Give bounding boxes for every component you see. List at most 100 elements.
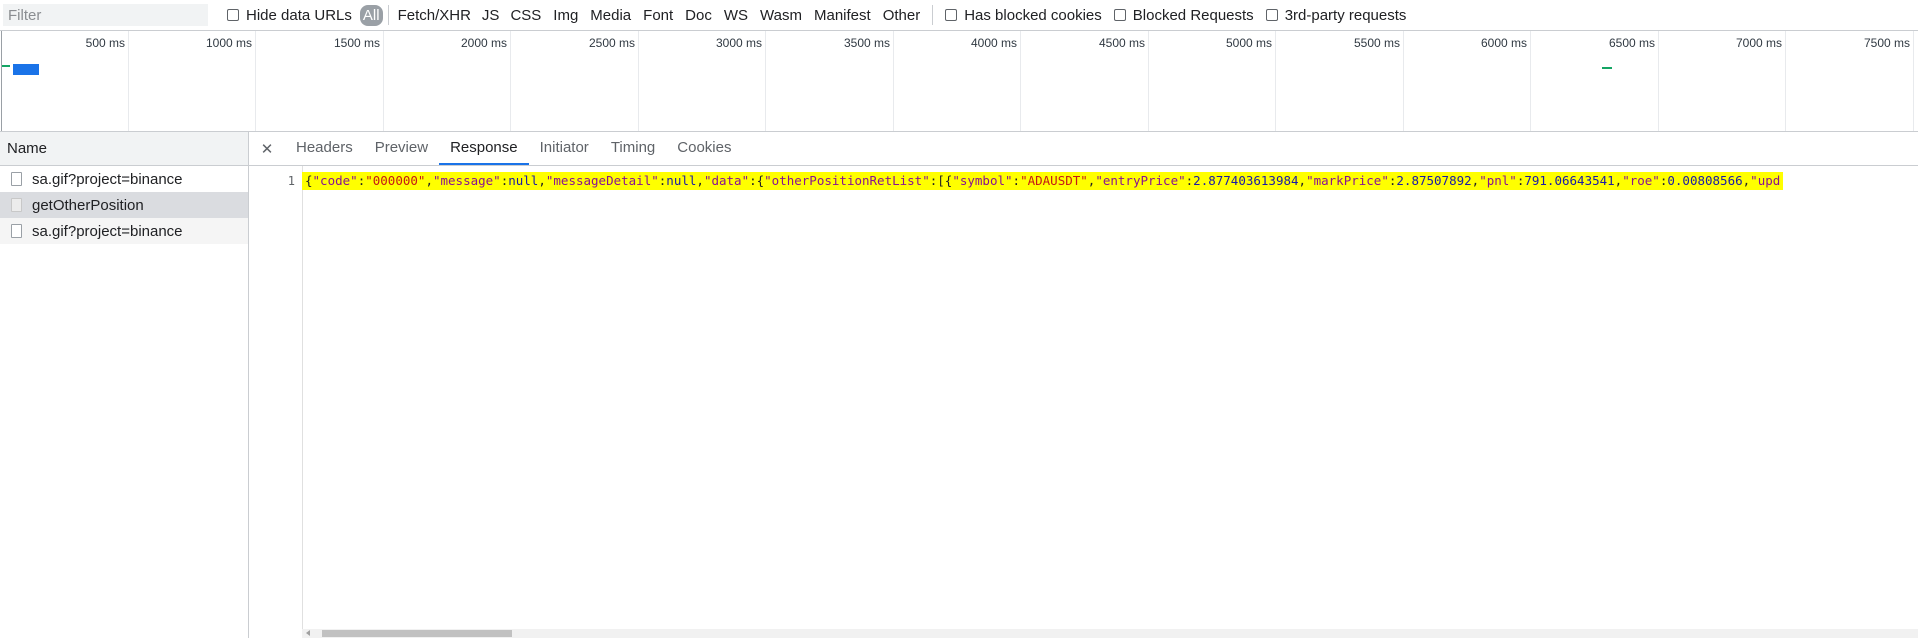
json-token: "otherPositionRetList" xyxy=(764,173,930,188)
json-token: "pnl" xyxy=(1479,173,1517,188)
document-icon xyxy=(11,172,22,186)
checkbox-icon[interactable] xyxy=(945,9,958,21)
json-token: "data" xyxy=(703,173,750,188)
details-tabbar: ✕ Headers Preview Response Initiator Tim… xyxy=(249,132,1918,166)
json-token: , xyxy=(1298,173,1307,188)
timeline-tick-label: 2000 ms xyxy=(460,36,507,50)
timeline-tick-label: 6000 ms xyxy=(1480,36,1527,50)
type-filter-fetch-xhr[interactable]: Fetch/XHR xyxy=(389,7,477,24)
type-filter-all[interactable]: All xyxy=(359,4,383,26)
timeline-tick-label: 500 ms xyxy=(85,36,125,50)
hide-data-urls-checkbox[interactable]: Hide data URLs xyxy=(227,7,352,24)
json-token: "upd xyxy=(1750,173,1781,188)
timeline-gridline xyxy=(638,31,639,131)
has-blocked-cookies-checkbox[interactable]: Has blocked cookies xyxy=(945,7,1102,24)
timeline-tick-label: 5500 ms xyxy=(1353,36,1400,50)
timeline-tick-label: 1000 ms xyxy=(205,36,252,50)
request-row[interactable]: sa.gif?project=binance xyxy=(0,218,248,244)
type-filter-font[interactable]: Font xyxy=(637,7,679,24)
checkbox-icon[interactable] xyxy=(1113,9,1126,21)
divider xyxy=(932,5,934,25)
timeline-gridline xyxy=(255,31,256,131)
timeline-tick-label: 3000 ms xyxy=(715,36,762,50)
document-icon xyxy=(11,224,22,238)
request-row-selected[interactable]: getOtherPosition xyxy=(0,192,248,218)
tab-headers[interactable]: Headers xyxy=(285,132,364,165)
json-token: { xyxy=(305,173,313,188)
type-filter-wasm[interactable]: Wasm xyxy=(754,7,808,24)
type-filter-manifest[interactable]: Manifest xyxy=(808,7,877,24)
network-overview-timeline[interactable]: 500 ms 1000 ms 1500 ms 2000 ms 2500 ms 3… xyxy=(0,31,1918,132)
type-filter-ws[interactable]: WS xyxy=(718,7,754,24)
third-party-requests-label: 3rd-party requests xyxy=(1284,6,1407,24)
line-number: 1 xyxy=(287,174,295,188)
json-token: "message" xyxy=(432,173,501,188)
json-token: , xyxy=(538,173,546,188)
checkbox-icon[interactable] xyxy=(1265,9,1278,21)
timeline-gridline xyxy=(383,31,384,131)
timeline-tick-label: 7500 ms xyxy=(1863,36,1910,50)
json-token: 2.87507892 xyxy=(1396,173,1472,188)
type-filter-media[interactable]: Media xyxy=(584,7,637,24)
json-token: null xyxy=(666,173,697,188)
timeline-gridline xyxy=(1275,31,1276,131)
request-row[interactable]: sa.gif?project=binance xyxy=(0,166,248,192)
scroll-left-icon[interactable] xyxy=(306,630,310,636)
timeline-tick-label: 6500 ms xyxy=(1608,36,1655,50)
scrollbar-thumb[interactable] xyxy=(322,630,512,637)
network-filter-bar: Hide data URLs All Fetch/XHR JS CSS Img … xyxy=(0,0,1918,31)
timeline-request-bar xyxy=(2,65,10,67)
blocked-requests-checkbox[interactable]: Blocked Requests xyxy=(1113,7,1254,24)
tab-initiator[interactable]: Initiator xyxy=(529,132,600,165)
type-filter-doc[interactable]: Doc xyxy=(679,7,718,24)
json-token: : xyxy=(1012,173,1021,188)
json-token: "code" xyxy=(312,173,358,188)
tab-response[interactable]: Response xyxy=(439,132,529,165)
timeline-request-bar xyxy=(13,64,39,75)
json-token: :[{ xyxy=(929,173,953,188)
type-filter-img[interactable]: Img xyxy=(547,7,584,24)
timeline-gridline xyxy=(1913,31,1914,131)
timeline-gridline xyxy=(1785,31,1786,131)
json-token: 0.00808566 xyxy=(1667,173,1743,188)
horizontal-scrollbar[interactable] xyxy=(302,629,1918,638)
timeline-tick-label: 4000 ms xyxy=(970,36,1017,50)
timeline-request-bar xyxy=(1602,67,1612,69)
type-filter-other[interactable]: Other xyxy=(877,7,927,24)
filter-input[interactable] xyxy=(3,4,208,26)
json-token: 2.877403613984 xyxy=(1193,173,1299,188)
type-filter-js[interactable]: JS xyxy=(477,7,505,24)
timeline-tick-label: 2500 ms xyxy=(588,36,635,50)
response-json-line[interactable]: {"code":"000000","message":null,"message… xyxy=(302,172,1784,190)
timeline-tick-label: 1500 ms xyxy=(333,36,380,50)
json-token: "ADAUSDT" xyxy=(1020,173,1088,188)
json-token: null xyxy=(508,173,539,188)
timeline-gridline xyxy=(1658,31,1659,131)
has-blocked-cookies-label: Has blocked cookies xyxy=(964,6,1102,24)
checkbox-icon[interactable] xyxy=(227,9,239,21)
timeline-gridline xyxy=(1148,31,1149,131)
third-party-requests-checkbox[interactable]: 3rd-party requests xyxy=(1265,6,1407,24)
json-token: "000000" xyxy=(365,173,426,188)
timeline-start-marker xyxy=(1,31,2,131)
json-token: :{ xyxy=(749,173,765,188)
name-column-header[interactable]: Name xyxy=(0,132,248,166)
timeline-gridline xyxy=(893,31,894,131)
timeline-gridline xyxy=(128,31,129,131)
line-number-gutter: 1 xyxy=(249,166,303,638)
tab-preview[interactable]: Preview xyxy=(364,132,439,165)
request-name: getOtherPosition xyxy=(32,196,144,214)
json-token: "markPrice" xyxy=(1306,173,1389,188)
tab-cookies[interactable]: Cookies xyxy=(666,132,742,165)
response-body[interactable]: {"code":"000000","message":null,"message… xyxy=(302,166,1918,638)
json-token: 791.06643541 xyxy=(1524,173,1615,188)
close-icon[interactable]: ✕ xyxy=(249,132,285,165)
timeline-tick-label: 5000 ms xyxy=(1225,36,1272,50)
request-name: sa.gif?project=binance xyxy=(32,170,183,188)
document-icon xyxy=(11,198,22,212)
timeline-tick-label: 3500 ms xyxy=(843,36,890,50)
timeline-gridline xyxy=(1020,31,1021,131)
tab-timing[interactable]: Timing xyxy=(600,132,666,165)
timeline-gridline xyxy=(1530,31,1531,131)
type-filter-css[interactable]: CSS xyxy=(504,7,547,24)
